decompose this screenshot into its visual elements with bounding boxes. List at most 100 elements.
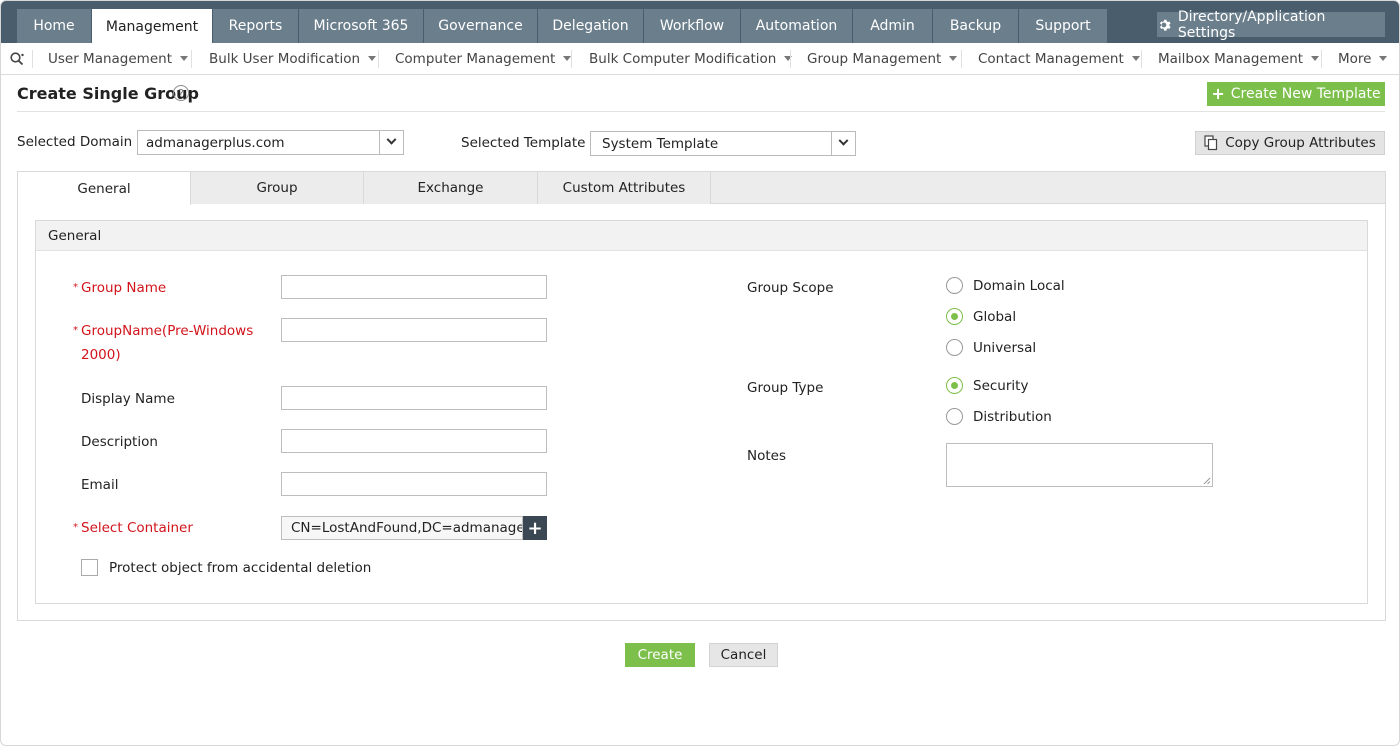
tab-support[interactable]: Support: [1019, 9, 1107, 43]
copy-group-attributes-button[interactable]: Copy Group Attributes: [1195, 131, 1385, 155]
scope-domain-local-radio[interactable]: [946, 277, 963, 294]
plus-icon: +: [1211, 84, 1225, 103]
select-container-label-text: Select Container: [81, 520, 193, 536]
chevron-down-icon: [386, 134, 397, 145]
required-icon: *: [73, 522, 78, 533]
subnav-bulk-computer-modification[interactable]: Bulk Computer Modification: [589, 43, 793, 74]
tab-custom-attributes[interactable]: Custom Attributes: [538, 172, 711, 204]
divider: [378, 50, 379, 68]
divider: [790, 50, 791, 68]
template-select-value: System Template: [602, 135, 719, 152]
description-input[interactable]: [281, 429, 547, 453]
scope-domain-local-label: Domain Local: [973, 278, 1065, 294]
subnav-label: Group Management: [807, 50, 942, 67]
subnav-mailbox-management[interactable]: Mailbox Management: [1158, 43, 1320, 74]
caret-down-icon: [949, 56, 958, 61]
create-new-template-label: Create New Template: [1230, 86, 1381, 102]
subnav-label: Computer Management: [395, 50, 556, 67]
display-name-input[interactable]: [281, 386, 547, 410]
divider: [32, 50, 33, 68]
tab-group[interactable]: Group: [191, 172, 364, 204]
group-name-label: * Group Name: [73, 280, 166, 296]
required-icon: *: [73, 325, 78, 336]
required-icon: *: [73, 282, 78, 293]
chevron-down-icon: [838, 135, 849, 146]
caret-down-icon: [1131, 56, 1140, 61]
add-container-button[interactable]: +: [523, 516, 547, 540]
subnav-bulk-user-modification[interactable]: Bulk User Modification: [209, 43, 377, 74]
subnav-label: Bulk Computer Modification: [589, 50, 777, 67]
group-name-prewin-label: * GroupName(Pre-Windows: [73, 323, 253, 339]
tab-backup[interactable]: Backup: [933, 9, 1018, 43]
app-window: Home Management Reports Microsoft 365 Go…: [0, 0, 1400, 746]
template-dropdown-toggle[interactable]: [831, 132, 855, 155]
tab-management[interactable]: Management: [92, 9, 212, 44]
quick-search-icon[interactable]: [9, 51, 25, 67]
form-panel: General Group Exchange Custom Attributes…: [17, 171, 1386, 621]
scope-universal-label: Universal: [973, 340, 1037, 356]
domain-select-value: admanagerplus.com: [146, 134, 285, 151]
template-select[interactable]: System Template: [590, 131, 856, 156]
resize-handle-icon[interactable]: [1203, 477, 1211, 485]
divider: [17, 111, 1385, 112]
domain-dropdown-toggle[interactable]: [379, 131, 403, 154]
tab-automation[interactable]: Automation: [741, 9, 852, 43]
type-distribution-radio[interactable]: [946, 408, 963, 425]
group-type-label: Group Type: [747, 380, 824, 396]
gear-icon: [1159, 19, 1171, 31]
divider: [191, 50, 192, 68]
caret-down-icon: [784, 56, 793, 61]
tab-reports[interactable]: Reports: [213, 9, 298, 43]
subnav-label: Contact Management: [978, 50, 1124, 67]
selected-domain-label: Selected Domain: [17, 134, 133, 150]
tab-admin[interactable]: Admin: [853, 9, 932, 43]
caret-down-icon: [1311, 56, 1320, 61]
subnav-group-management[interactable]: Group Management: [807, 43, 958, 74]
copy-group-attributes-label: Copy Group Attributes: [1225, 135, 1376, 151]
tab-home[interactable]: Home: [17, 9, 91, 43]
group-name-label-text: Group Name: [81, 280, 167, 296]
notes-textarea[interactable]: [946, 443, 1213, 487]
divider: [1141, 50, 1142, 68]
create-new-template-button[interactable]: + Create New Template: [1207, 82, 1385, 106]
caret-down-icon: [1379, 56, 1388, 61]
group-name-prewin-label-line2: 2000): [81, 347, 121, 363]
selected-template-label: Selected Template: [461, 135, 586, 151]
notes-label: Notes: [747, 448, 786, 464]
tab-workflow[interactable]: Workflow: [644, 9, 740, 43]
group-scope-label: Group Scope: [747, 280, 834, 296]
tab-governance[interactable]: Governance: [424, 9, 537, 43]
tab-delegation[interactable]: Delegation: [538, 9, 643, 43]
subnav-contact-management[interactable]: Contact Management: [978, 43, 1140, 74]
caret-down-icon: [368, 56, 377, 61]
scope-universal-radio[interactable]: [946, 339, 963, 356]
settings-label: Directory/Application Settings: [1177, 8, 1326, 41]
subnav-user-management[interactable]: User Management: [48, 43, 188, 74]
tab-microsoft-365[interactable]: Microsoft 365: [299, 9, 423, 43]
group-name-prewin-label-text: GroupName(Pre-Windows: [81, 323, 254, 339]
type-security-radio[interactable]: [946, 377, 963, 394]
scope-global-radio[interactable]: [946, 308, 963, 325]
domain-select[interactable]: admanagerplus.com: [137, 130, 404, 155]
help-icon[interactable]: ?: [173, 85, 189, 101]
cancel-button[interactable]: Cancel: [709, 643, 778, 667]
subnav-label: More: [1338, 50, 1372, 67]
display-name-label: Display Name: [81, 391, 175, 407]
protect-deletion-checkbox[interactable]: [81, 559, 98, 576]
subnav-more[interactable]: More: [1338, 43, 1388, 74]
tab-exchange[interactable]: Exchange: [364, 172, 538, 204]
email-label: Email: [81, 477, 119, 493]
scope-global-label: Global: [973, 309, 1017, 325]
caret-down-icon: [180, 56, 188, 61]
plus-icon: +: [527, 517, 543, 539]
email-input[interactable]: [281, 472, 547, 496]
create-button[interactable]: Create: [625, 643, 695, 667]
type-distribution-label: Distribution: [973, 409, 1052, 425]
group-name-input[interactable]: [281, 275, 547, 299]
tab-general[interactable]: General: [18, 172, 191, 205]
group-name-prewin-input[interactable]: [281, 318, 547, 342]
divider: [571, 50, 572, 68]
subnav-computer-management[interactable]: Computer Management: [395, 43, 572, 74]
container-input[interactable]: CN=LostAndFound,DC=admanagerp: [281, 516, 523, 540]
settings-button[interactable]: Directory/Application Settings: [1157, 9, 1385, 41]
